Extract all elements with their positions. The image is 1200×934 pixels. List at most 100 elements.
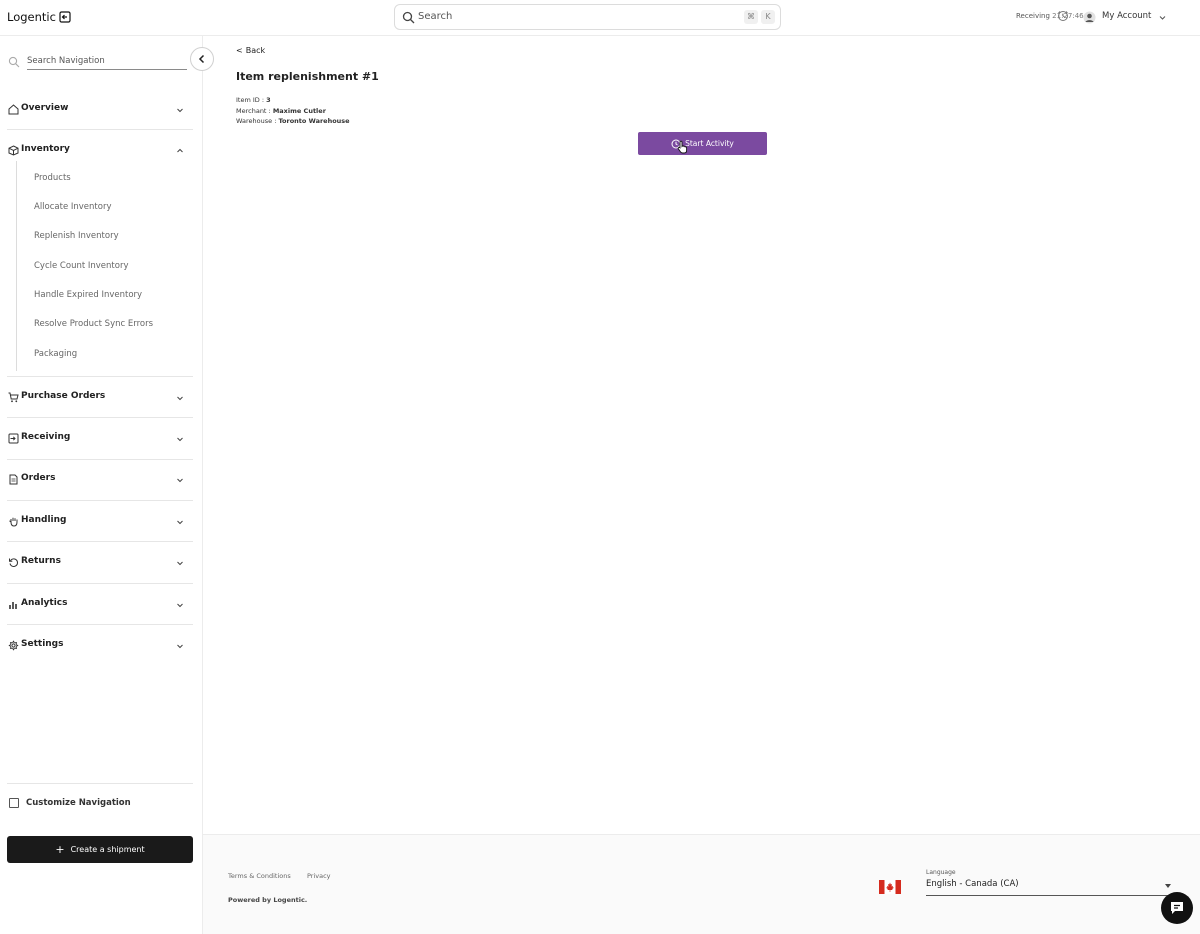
chevron-down-icon — [177, 561, 183, 566]
nav-section-receiving[interactable]: Receiving — [0, 429, 193, 449]
search-navigation-input[interactable] — [27, 52, 187, 70]
nav-section-purchase-orders[interactable]: Purchase Orders — [0, 388, 193, 408]
divider — [7, 500, 193, 501]
customize-label: Customize Navigation — [26, 798, 131, 808]
search-icon — [402, 11, 415, 24]
start-activity-label: Start Activity — [685, 139, 734, 148]
nav-label: Receiving — [21, 432, 71, 442]
chevron-down-icon — [177, 603, 183, 608]
caret-down-icon — [1165, 884, 1171, 888]
plus-icon: + — [55, 843, 65, 856]
chevron-up-icon — [177, 148, 183, 153]
divider — [7, 624, 193, 625]
chevron-left-icon: < — [236, 46, 243, 55]
hand-icon — [9, 517, 18, 527]
my-account-menu[interactable]: My Account — [1102, 11, 1151, 21]
login-icon — [8, 433, 19, 444]
create-shipment-button[interactable]: + Create a shipment — [7, 836, 193, 863]
privacy-link[interactable]: Privacy — [307, 872, 331, 880]
chevron-down-icon — [177, 520, 183, 525]
sidebar-item-cycle-count-inventory[interactable]: Cycle Count Inventory — [34, 261, 128, 271]
sidebar-item-packaging[interactable]: Packaging — [34, 349, 77, 359]
nav-label: Analytics — [21, 598, 68, 608]
warehouse-value: Toronto Warehouse — [278, 117, 350, 125]
nav-section-analytics[interactable]: Analytics — [0, 595, 193, 615]
chevron-down-icon — [177, 108, 183, 113]
terms-link[interactable]: Terms & Conditions — [228, 872, 291, 880]
powered-by: Powered by Logentic. — [228, 896, 308, 904]
search-placeholder: Search — [418, 11, 453, 22]
search-icon — [8, 56, 20, 68]
merchant-label: Merchant : — [236, 107, 271, 115]
home-icon — [8, 104, 19, 115]
merchant-row: Merchant : Maxime Cutler — [236, 107, 326, 115]
item-id-value: 3 — [266, 96, 271, 104]
chevron-down-icon[interactable] — [1158, 13, 1167, 22]
chevron-down-icon — [177, 437, 183, 442]
sidebar-item-handle-expired-inventory[interactable]: Handle Expired Inventory — [34, 290, 142, 300]
collapse-sidebar-button[interactable] — [190, 47, 214, 71]
warehouse-label: Warehouse : — [236, 117, 277, 125]
customize-checkbox[interactable] — [9, 798, 19, 808]
timer-icon — [1058, 11, 1068, 21]
canada-flag-icon — [879, 880, 901, 894]
nav-label: Purchase Orders — [21, 391, 106, 401]
document-icon — [9, 474, 18, 485]
item-id-label: Item ID : — [236, 96, 265, 104]
nav-label: Returns — [21, 556, 61, 566]
bar-chart-icon — [9, 602, 17, 609]
sidebar-item-replenish-inventory[interactable]: Replenish Inventory — [34, 231, 119, 241]
item-id-row: Item ID : 3 — [236, 96, 271, 104]
customize-navigation-toggle[interactable]: Customize Navigation — [9, 798, 131, 808]
receiving-label: Receiving — [1016, 12, 1050, 20]
nav-section-handling[interactable]: Handling — [0, 512, 193, 532]
chevron-down-icon — [177, 478, 183, 483]
gear-icon — [8, 640, 19, 651]
sidebar-item-products[interactable]: Products — [34, 173, 71, 183]
global-search[interactable]: Search ⌘ K — [394, 4, 781, 30]
box-icon — [8, 145, 19, 156]
page-title: Item replenishment #1 — [236, 70, 379, 83]
cart-icon — [8, 392, 19, 403]
divider — [7, 459, 193, 460]
inventory-submenu: Products Allocate Inventory Replenish In… — [16, 161, 193, 371]
nav-section-settings[interactable]: Settings — [0, 636, 193, 656]
divider — [7, 783, 193, 784]
create-shipment-label: Create a shipment — [70, 845, 145, 854]
nav-label: Orders — [21, 473, 56, 483]
logo-text: Logentic — [7, 10, 56, 24]
shortcut-k-key: K — [761, 10, 775, 24]
divider — [7, 417, 193, 418]
language-select[interactable]: English - Canada (CA) — [926, 878, 1173, 896]
language-value: English - Canada (CA) — [926, 879, 1019, 889]
logout-icon — [59, 11, 71, 23]
chevron-down-icon — [177, 644, 183, 649]
nav-section-orders[interactable]: Orders — [0, 470, 193, 490]
nav-label: Inventory — [21, 144, 70, 154]
main-content: < Back Item replenishment #1 Item ID : 3… — [203, 36, 1200, 834]
pointer-cursor-icon — [677, 140, 688, 154]
nav-label: Overview — [21, 103, 69, 113]
warehouse-row: Warehouse : Toronto Warehouse — [236, 117, 350, 125]
back-label: Back — [245, 46, 266, 55]
chat-support-button[interactable] — [1161, 892, 1193, 924]
nav-label: Settings — [21, 639, 64, 649]
return-icon — [9, 558, 18, 567]
nav-section-overview[interactable]: Overview — [0, 100, 193, 120]
top-bar: Logentic Search ⌘ K Receiving 21:27:46 M… — [0, 0, 1200, 36]
sidebar-item-resolve-product-sync-errors[interactable]: Resolve Product Sync Errors — [34, 319, 153, 329]
language-label: Language — [926, 869, 956, 876]
avatar-icon[interactable] — [1083, 11, 1096, 24]
chat-icon — [1171, 902, 1183, 914]
nav-section-returns[interactable]: Returns — [0, 553, 193, 573]
footer: Terms & Conditions Privacy Powered by Lo… — [203, 834, 1200, 934]
divider — [7, 129, 193, 130]
chevron-left-icon — [198, 54, 205, 64]
back-link[interactable]: < Back — [236, 46, 265, 55]
divider — [7, 583, 193, 584]
start-activity-button[interactable]: Start Activity — [638, 132, 767, 155]
receiving-timer[interactable]: Receiving 21:27:46 — [1016, 12, 1084, 20]
app-logo[interactable]: Logentic — [7, 10, 71, 24]
nav-section-inventory[interactable]: Inventory — [0, 141, 193, 161]
sidebar-item-allocate-inventory[interactable]: Allocate Inventory — [34, 202, 111, 212]
